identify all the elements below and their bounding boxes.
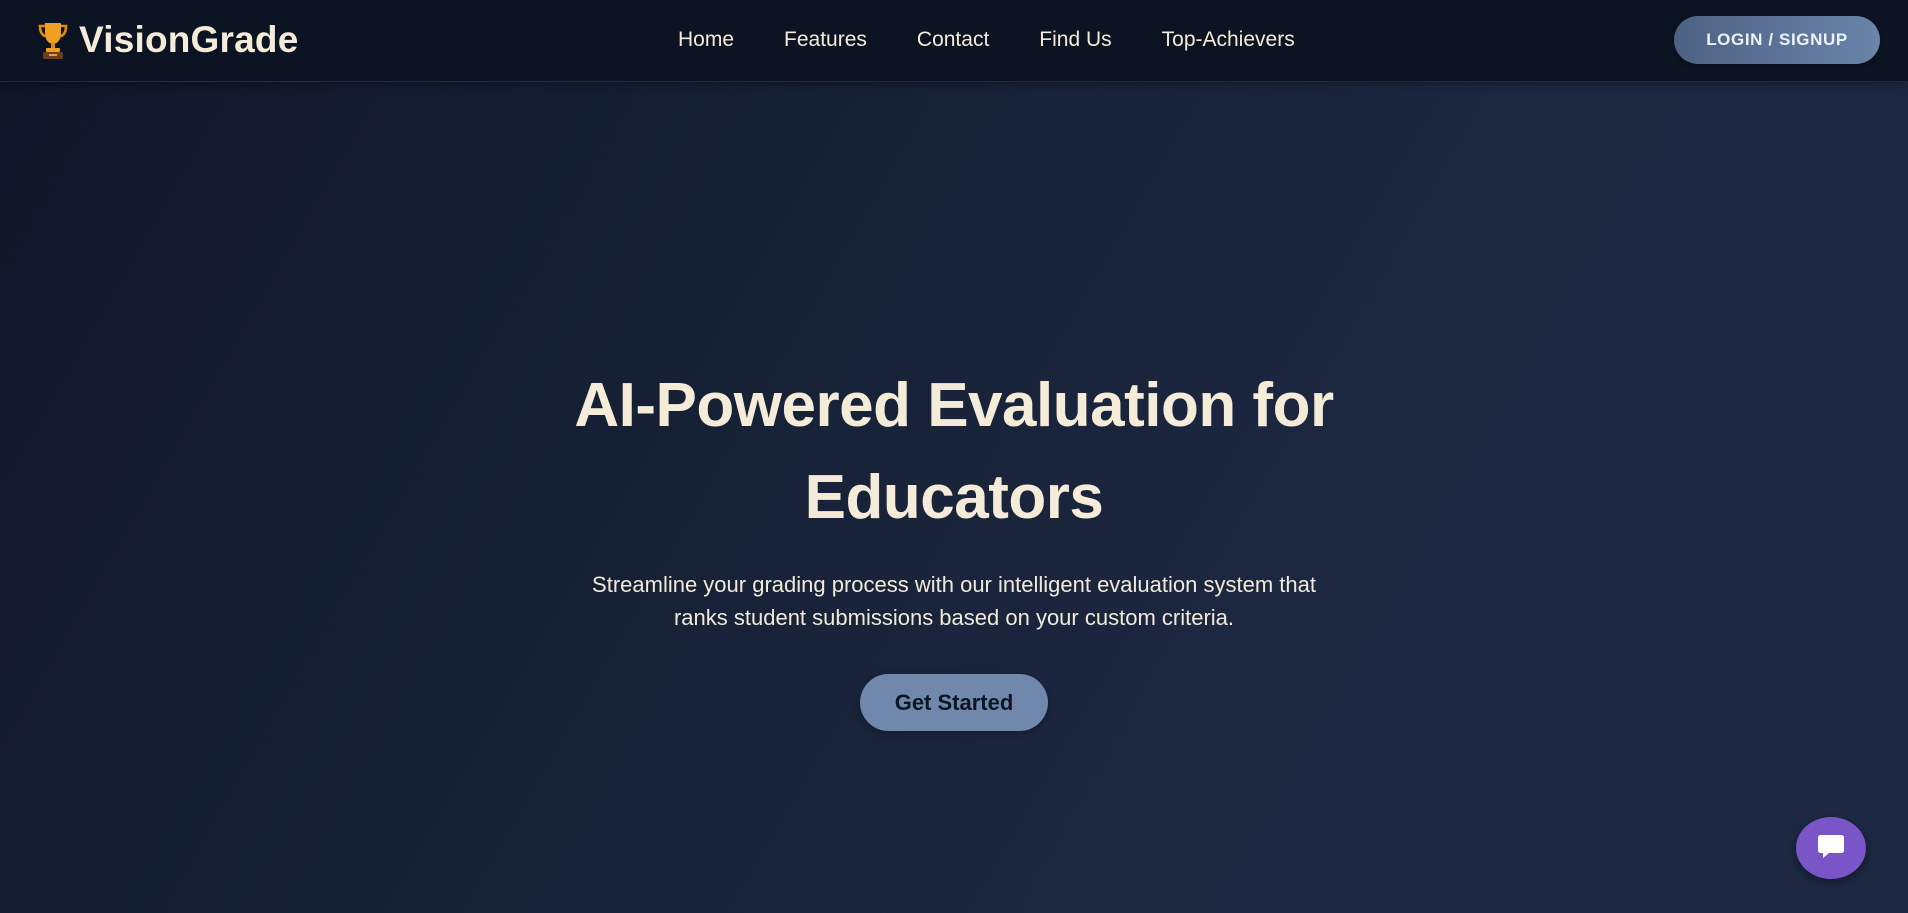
chat-bubble-icon — [1817, 833, 1845, 864]
chat-widget-button[interactable] — [1796, 817, 1866, 879]
nav-top-achievers[interactable]: Top-Achievers — [1162, 24, 1295, 56]
main-nav: Home Features Contact Find Us Top-Achiev… — [678, 24, 1295, 56]
nav-features[interactable]: Features — [784, 24, 867, 56]
hero-title: AI-Powered Evaluation for Educators — [574, 371, 1334, 532]
login-signup-button[interactable]: LOGIN / SIGNUP — [1674, 16, 1880, 64]
brand-logo[interactable]: VisionGrade — [37, 18, 299, 62]
trophy-icon — [37, 20, 69, 60]
nav-home[interactable]: Home — [678, 24, 734, 56]
get-started-button[interactable]: Get Started — [860, 674, 1048, 731]
brand-name: VisionGrade — [79, 19, 299, 60]
hero-subtitle: Streamline your grading process with our… — [592, 572, 1316, 630]
nav-find-us[interactable]: Find Us — [1039, 24, 1111, 56]
nav-contact[interactable]: Contact — [917, 24, 989, 56]
hero-section: AI-Powered Evaluation for Educators Stre… — [0, 360, 1908, 731]
top-navbar: VisionGrade Home Features Contact Find U… — [0, 0, 1908, 82]
